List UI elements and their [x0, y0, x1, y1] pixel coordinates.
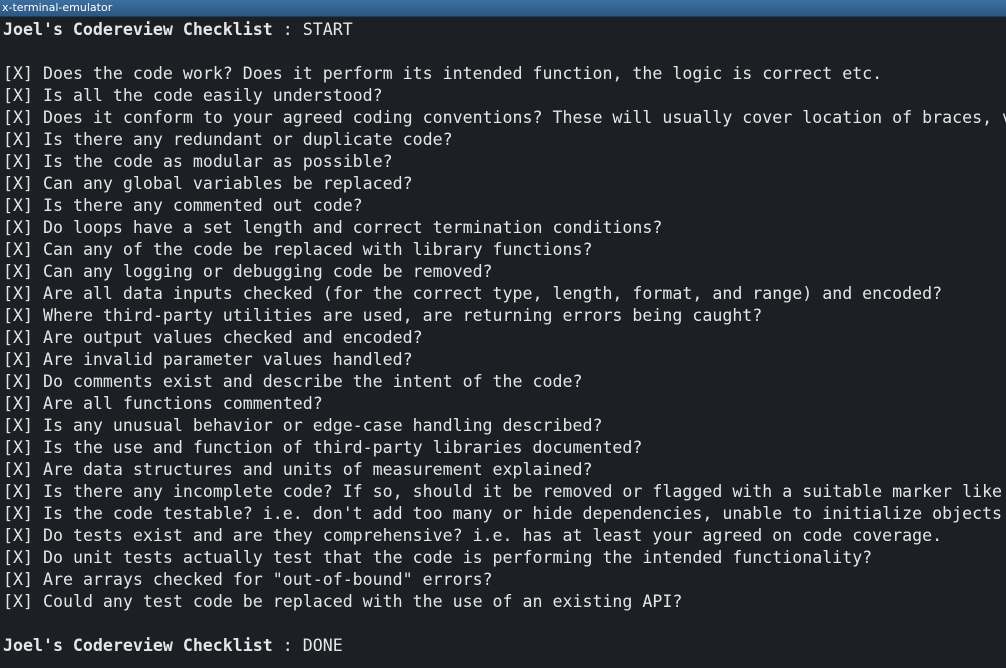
checklist-item-mark: [X] [3, 394, 33, 413]
checklist-item-mark: [X] [3, 152, 33, 171]
checklist-item-mark: [X] [3, 174, 33, 193]
checklist-item-text: Are all functions commented? [42, 394, 323, 413]
checklist-item: [X] Do tests exist and are they comprehe… [3, 525, 1006, 547]
checklist-footer-name: Joel's Codereview Checklist [3, 636, 273, 655]
checklist-item-mark: [X] [3, 482, 33, 501]
checklist-item: [X] Are invalid parameter values handled… [3, 349, 1006, 371]
checklist-item-mark: [X] [3, 64, 33, 83]
checklist-item-text: Can any global variables be replaced? [42, 174, 413, 193]
checklist-item: [X] Can any of the code be replaced with… [3, 239, 1006, 261]
checklist-item-text: Is the code testable? i.e. don't add too… [42, 504, 1003, 523]
checklist-item-text: Is there any redundant or duplicate code… [42, 130, 453, 149]
checklist-item-text: Is there any commented out code? [42, 196, 363, 215]
checklist-item-mark: [X] [3, 526, 33, 545]
checklist-item-text: Can any of the code be replaced with lib… [42, 240, 593, 259]
checklist-item-text: Is all the code easily understood? [42, 86, 383, 105]
checklist-item-mark: [X] [3, 350, 33, 369]
checklist-item-text: Are output values checked and encoded? [42, 328, 423, 347]
checklist-header-status: START [302, 20, 353, 39]
checklist-item: [X] Do comments exist and describe the i… [3, 371, 1006, 393]
checklist-item: [X] Does the code work? Does it perform … [3, 63, 1006, 85]
checklist-item-text: Do loops have a set length and correct t… [42, 218, 663, 237]
checklist-header-separator: : [272, 20, 303, 39]
checklist-item-text: Are arrays checked for "out-of-bound" er… [42, 570, 493, 589]
checklist-item-text: Could any test code be replaced with the… [42, 592, 683, 611]
checklist-item: [X] Is there any incomplete code? If so,… [3, 481, 1006, 503]
checklist-item: [X] Is the use and function of third-par… [3, 437, 1006, 459]
checklist-item-mark: [X] [3, 196, 33, 215]
terminal-output[interactable]: Joel's Codereview Checklist : START [X] … [0, 18, 1006, 668]
checklist-item-text: Does the code work? Does it perform its … [42, 64, 883, 83]
checklist-item: [X] Is all the code easily understood? [3, 85, 1006, 107]
checklist-item-text: Does it conform to your agreed coding co… [42, 108, 1006, 127]
checklist-item-mark: [X] [3, 86, 33, 105]
checklist-item-mark: [X] [3, 460, 33, 479]
checklist-header: Joel's Codereview Checklist : START [3, 19, 1006, 41]
checklist-item: [X] Do unit tests actually test that the… [3, 547, 1006, 569]
checklist-items: [X] Does the code work? Does it perform … [3, 63, 1006, 613]
terminal-window: x-terminal-emulator Joel's Codereview Ch… [0, 0, 1006, 668]
checklist-item-text: Do tests exist and are they comprehensiv… [42, 526, 943, 545]
checklist-item-text: Are all data inputs checked (for the cor… [42, 284, 943, 303]
checklist-item: [X] Could any test code be replaced with… [3, 591, 1006, 613]
checklist-item: [X] Where third-party utilities are used… [3, 305, 1006, 327]
checklist-item-text: Where third-party utilities are used, ar… [42, 306, 763, 325]
checklist-item: [X] Is there any redundant or duplicate … [3, 129, 1006, 151]
checklist-item-mark: [X] [3, 416, 33, 435]
checklist-item: [X] Is the code testable? i.e. don't add… [3, 503, 1006, 525]
checklist-item: [X] Can any global variables be replaced… [3, 173, 1006, 195]
checklist-item-mark: [X] [3, 284, 33, 303]
checklist-item: [X] Are arrays checked for "out-of-bound… [3, 569, 1006, 591]
checklist-item-text: Are data structures and units of measure… [42, 460, 593, 479]
checklist-item-mark: [X] [3, 438, 33, 457]
checklist-item-mark: [X] [3, 548, 33, 567]
checklist-item: [X] Is any unusual behavior or edge-case… [3, 415, 1006, 437]
checklist-item-mark: [X] [3, 328, 33, 347]
checklist-item-mark: [X] [3, 262, 33, 281]
checklist-item-mark: [X] [3, 108, 33, 127]
checklist-item-mark: [X] [3, 218, 33, 237]
checklist-item: [X] Does it conform to your agreed codin… [3, 107, 1006, 129]
checklist-item: [X] Is the code as modular as possible? [3, 151, 1006, 173]
window-titlebar[interactable]: x-terminal-emulator [0, 0, 1006, 17]
checklist-item: [X] Are all functions commented? [3, 393, 1006, 415]
checklist-item-text: Is there any incomplete code? If so, sho… [42, 482, 1003, 501]
checklist-item: [X] Are data structures and units of mea… [3, 459, 1006, 481]
checklist-footer-status: DONE [302, 636, 343, 655]
checklist-item-text: Do unit tests actually test that the cod… [42, 548, 873, 567]
checklist-item: [X] Are all data inputs checked (for the… [3, 283, 1006, 305]
checklist-item-mark: [X] [3, 504, 33, 523]
checklist-footer: Joel's Codereview Checklist : DONE [3, 635, 1006, 657]
window-title: x-terminal-emulator [2, 1, 113, 14]
checklist-item: [X] Are output values checked and encode… [3, 327, 1006, 349]
checklist-item-mark: [X] [3, 592, 33, 611]
checklist-item-text: Are invalid parameter values handled? [42, 350, 413, 369]
checklist-item-text: Is the code as modular as possible? [42, 152, 393, 171]
checklist-item: [X] Do loops have a set length and corre… [3, 217, 1006, 239]
checklist-header-name: Joel's Codereview Checklist [3, 20, 273, 39]
checklist-item-mark: [X] [3, 306, 33, 325]
checklist-item-text: Is any unusual behavior or edge-case han… [42, 416, 603, 435]
checklist-item-text: Can any logging or debugging code be rem… [42, 262, 493, 281]
checklist-item-text: Is the use and function of third-party l… [42, 438, 643, 457]
checklist-item-mark: [X] [3, 570, 33, 589]
checklist-item-mark: [X] [3, 130, 33, 149]
checklist-footer-separator: : [272, 636, 303, 655]
checklist-item-mark: [X] [3, 372, 33, 391]
checklist-item: [X] Can any logging or debugging code be… [3, 261, 1006, 283]
checklist-item: [X] Is there any commented out code? [3, 195, 1006, 217]
checklist-item-mark: [X] [3, 240, 33, 259]
checklist-item-text: Do comments exist and describe the inten… [42, 372, 583, 391]
